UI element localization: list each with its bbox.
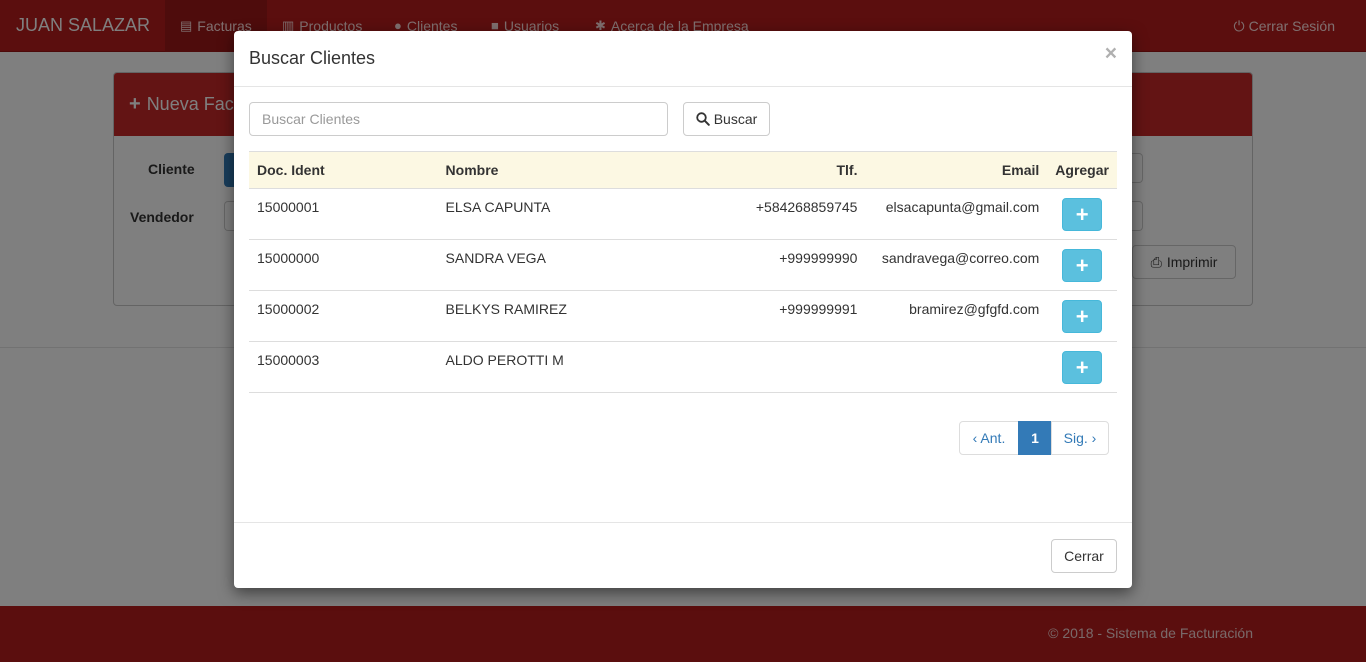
cell-nombre: SANDRA VEGA <box>437 239 660 291</box>
add-client-button[interactable]: + <box>1062 300 1103 333</box>
search-clients-modal: Buscar Clientes × Buscar Doc. Ident Nomb… <box>234 31 1132 588</box>
close-button[interactable]: Cerrar <box>1051 539 1117 573</box>
add-client-button[interactable]: + <box>1062 198 1103 231</box>
modal-footer: Cerrar <box>234 522 1132 588</box>
pagination-next[interactable]: Sig. › <box>1051 421 1109 455</box>
cell-tlf: +999999990 <box>659 239 866 291</box>
pagination-prev[interactable]: ‹ Ant. <box>959 421 1019 455</box>
close-icon[interactable]: × <box>1105 43 1117 64</box>
cell-tlf: +584268859745 <box>659 188 866 240</box>
clients-table: Doc. Ident Nombre Tlf. Email Agregar 150… <box>249 151 1117 393</box>
cell-nombre: ELSA CAPUNTA <box>437 188 660 240</box>
cell-nombre: BELKYS RAMIREZ <box>437 290 660 342</box>
table-row: 15000003 ALDO PEROTTI M + <box>249 341 1117 393</box>
cell-nombre: ALDO PEROTTI M <box>437 341 660 393</box>
column-header-tlf: Tlf. <box>659 151 866 189</box>
table-header-row: Doc. Ident Nombre Tlf. Email Agregar <box>249 151 1117 189</box>
pagination-current-page[interactable]: 1 <box>1018 421 1052 455</box>
search-input[interactable] <box>249 102 668 136</box>
cell-email: elsacapunta@gmail.com <box>865 188 1048 240</box>
column-header-agregar: Agregar <box>1047 151 1117 189</box>
modal-header: Buscar Clientes × <box>234 31 1132 87</box>
add-client-button[interactable]: + <box>1062 351 1103 384</box>
table-row: 15000001 ELSA CAPUNTA +584268859745 elsa… <box>249 188 1117 240</box>
cell-tlf <box>659 341 866 393</box>
table-row: 15000000 SANDRA VEGA +999999990 sandrave… <box>249 239 1117 291</box>
cell-email <box>865 341 1048 393</box>
table-row: 15000002 BELKYS RAMIREZ +999999991 brami… <box>249 290 1117 342</box>
cell-email: bramirez@gfgfd.com <box>865 290 1048 342</box>
cell-doc: 15000000 <box>249 239 438 291</box>
column-header-email: Email <box>865 151 1048 189</box>
search-button[interactable]: Buscar <box>683 102 770 136</box>
search-icon <box>696 112 710 126</box>
column-header-doc: Doc. Ident <box>249 151 438 189</box>
cell-email: sandravega@correo.com <box>865 239 1048 291</box>
add-client-button[interactable]: + <box>1062 249 1103 282</box>
cell-doc: 15000002 <box>249 290 438 342</box>
modal-title: Buscar Clientes <box>249 48 376 68</box>
column-header-nombre: Nombre <box>437 151 660 189</box>
search-button-label: Buscar <box>713 111 758 127</box>
pagination: ‹ Ant. 1 Sig. › <box>959 421 1109 455</box>
cell-doc: 15000003 <box>249 341 438 393</box>
cell-tlf: +999999991 <box>659 290 866 342</box>
cell-doc: 15000001 <box>249 188 438 240</box>
